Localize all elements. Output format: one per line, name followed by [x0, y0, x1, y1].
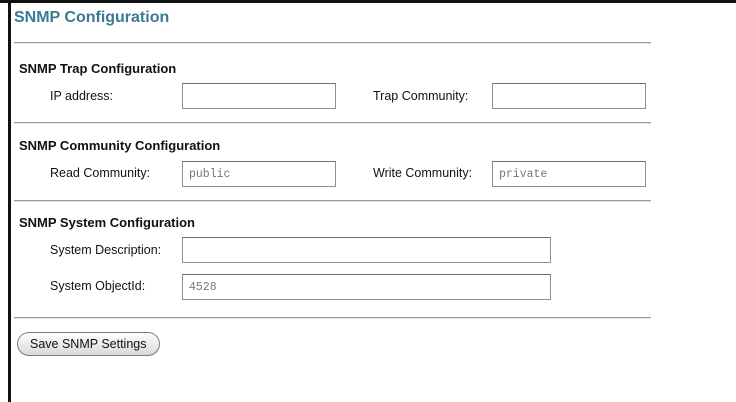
frame-top-border	[0, 0, 736, 3]
system-description-label: System Description:	[50, 243, 162, 257]
title-divider	[14, 42, 651, 44]
write-community-label: Write Community:	[373, 166, 473, 180]
read-community-input[interactable]	[182, 161, 336, 187]
system-section-title: SNMP System Configuration	[19, 215, 196, 230]
save-snmp-settings-button[interactable]: Save SNMP Settings	[17, 332, 160, 356]
ip-address-label: IP address:	[50, 89, 114, 103]
trap-section-title: SNMP Trap Configuration	[19, 61, 177, 76]
system-objectid-label: System ObjectId:	[50, 279, 146, 293]
page-title: SNMP Configuration	[14, 9, 170, 26]
community-section-divider	[14, 200, 651, 202]
system-objectid-input[interactable]	[182, 274, 551, 300]
frame-left-border	[8, 0, 11, 402]
system-section-divider	[14, 317, 651, 319]
trap-community-label: Trap Community:	[373, 89, 469, 103]
trap-community-input[interactable]	[492, 83, 646, 109]
write-community-input[interactable]	[492, 161, 646, 187]
read-community-label: Read Community:	[50, 166, 151, 180]
trap-section-divider	[14, 122, 651, 124]
system-description-input[interactable]	[182, 237, 551, 263]
ip-address-input[interactable]	[182, 83, 336, 109]
community-section-title: SNMP Community Configuration	[19, 138, 221, 153]
